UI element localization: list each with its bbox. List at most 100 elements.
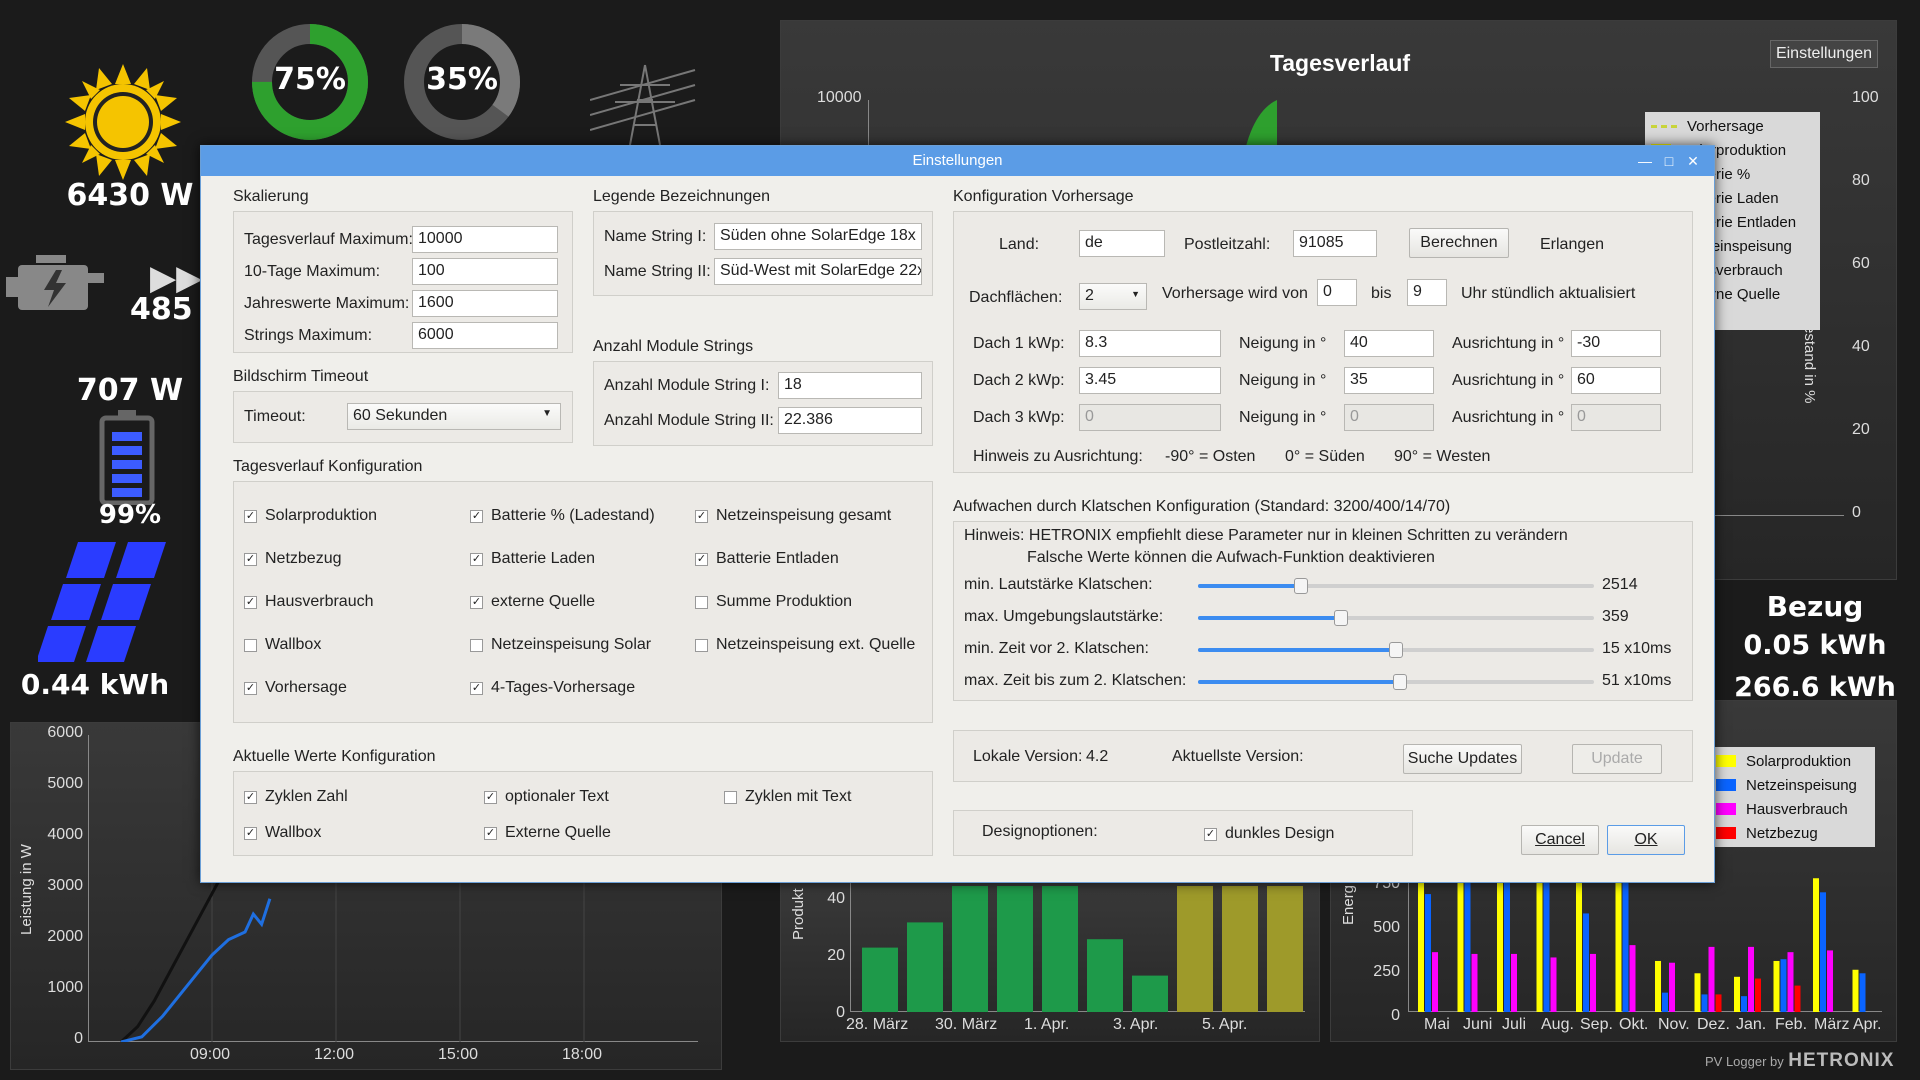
bar (1827, 950, 1833, 1012)
checkbox-label: Wallbox (265, 824, 322, 841)
checkbox[interactable]: ✓ optionaler Text (484, 788, 609, 806)
bar (1087, 939, 1123, 1012)
local-version-label: Lokale Version: (973, 748, 1083, 765)
roof-azimuth-input[interactable]: 60 (1571, 367, 1661, 394)
bar (1629, 945, 1636, 1012)
axis-tick-label: Juni (1463, 1016, 1493, 1033)
power-series-line (120, 877, 222, 1042)
power-chart-ylabel: Leistung in W (18, 844, 35, 935)
timeout-select[interactable]: 60 Sekunden ▼ (347, 403, 561, 430)
month-chart-legend: Solarproduktion Netzeinspeisung Hausverbra… (1710, 747, 1875, 847)
bar (1576, 880, 1582, 1012)
bar (1425, 894, 1431, 1012)
legend-label: Vorhersage (1687, 117, 1764, 135)
axis-tick-label: 0 (1391, 1007, 1400, 1024)
checkbox[interactable]: ✓ Hausverbrauch (244, 593, 374, 611)
axis-tick-label: 500 (1373, 919, 1400, 936)
axis-tick-label: 18:00 (562, 1046, 603, 1063)
legend-name-input[interactable]: Süd-West mit SolarEdge 22x (714, 258, 922, 285)
checkbox-label: Netzeinspeisung ext. Quelle (716, 636, 916, 653)
clap-slider-label: max. Zeit bis zum 2. Klatschen: (964, 672, 1187, 689)
update-button[interactable]: Update (1572, 744, 1662, 774)
slider-handle[interactable] (1392, 674, 1407, 690)
scaling-input[interactable]: 100 (412, 258, 558, 285)
checkbox[interactable]: ✓ Batterie Laden (470, 550, 595, 568)
clap-hint-2: Falsche Werte können die Aufwach-Funktio… (1027, 549, 1435, 566)
slider-handle[interactable] (1293, 578, 1308, 594)
close-icon[interactable]: ✕ (1682, 146, 1704, 176)
dialog-titlebar[interactable]: Einstellungen — □ ✕ (201, 146, 1714, 176)
forecast-to-input[interactable]: 9 (1407, 279, 1447, 306)
minimize-icon[interactable]: — (1634, 146, 1656, 176)
scaling-input[interactable]: 1600 (412, 290, 558, 317)
roofs-label: Dachflächen: (969, 289, 1063, 306)
ok-button[interactable]: OK (1607, 825, 1685, 855)
checkbox[interactable]: ✓ Zyklen Zahl (244, 788, 348, 806)
bezug-title: Bezug (1766, 590, 1864, 623)
axis-tick-label: 15:00 (438, 1046, 479, 1063)
roof-tilt-input[interactable]: 0 (1344, 404, 1434, 431)
module-count-input[interactable]: 18 (778, 372, 922, 399)
roof-kwp-input[interactable]: 3.45 (1079, 367, 1221, 394)
legend-label: Hausverbrauch (1746, 800, 1848, 818)
slider-handle[interactable] (1389, 642, 1403, 658)
checkbox[interactable]: Summe Produktion (695, 593, 852, 611)
checkbox[interactable]: Netzeinspeisung ext. Quelle (695, 636, 915, 654)
legend-name-input[interactable]: Süden ohne SolarEdge 18x (714, 223, 922, 250)
checkbox[interactable]: Wallbox (244, 636, 321, 654)
plz-input[interactable]: 91085 (1293, 230, 1377, 257)
checkbox-empty-icon (244, 638, 257, 652)
gauge-solar-percent: 75% (250, 22, 370, 142)
bar (1794, 985, 1801, 1012)
dark-design-checkbox[interactable]: ✓ dunkles Design (1204, 825, 1334, 843)
checkbox-label: Netzeinspeisung Solar (491, 636, 652, 653)
clap-slider[interactable] (1198, 640, 1594, 660)
slider-handle[interactable] (1333, 610, 1348, 626)
checkbox[interactable]: ✓ Externe Quelle (484, 824, 611, 842)
roof-kwp-input[interactable]: 8.3 (1079, 330, 1221, 357)
checkbox[interactable]: ✓ Netzeinspeisung gesamt (695, 507, 891, 525)
checkbox[interactable]: Netzeinspeisung Solar (470, 636, 651, 654)
section-module-strings-title: Anzahl Module Strings (593, 338, 754, 355)
roofs-select[interactable]: 2 ▼ (1079, 283, 1147, 310)
day-chart-settings-button[interactable]: Einstellungen (1770, 40, 1878, 68)
slider-fill (1198, 680, 1400, 684)
module-count-input[interactable]: 22.386 (778, 407, 922, 434)
checkbox[interactable]: ✓ Batterie % (Ladestand) (470, 507, 655, 525)
bar (1780, 959, 1787, 1012)
legend-item: Vorhersage (1645, 114, 1820, 138)
module-count-label: Anzahl Module String I: (604, 377, 770, 394)
roof-tilt-input[interactable]: 40 (1344, 330, 1434, 357)
land-input[interactable]: de (1079, 230, 1165, 257)
orientation-hint-south: 0° = Süden (1285, 448, 1365, 465)
roof-azimuth-input[interactable]: -30 (1571, 330, 1661, 357)
checkmark-icon: ✓ (244, 552, 257, 566)
maximize-icon[interactable]: □ (1658, 146, 1680, 176)
bar (1852, 969, 1859, 1012)
calculate-button[interactable]: Berechnen (1409, 228, 1509, 258)
axis-tick-label: 6000 (47, 724, 83, 741)
checkmark-icon: ✓ (484, 826, 497, 840)
roof-azimuth-input[interactable]: 0 (1571, 404, 1661, 431)
checkbox[interactable]: ✓ 4-Tages-Vorhersage (470, 679, 635, 697)
bar (997, 886, 1033, 1012)
checkbox[interactable]: ✓ externe Quelle (470, 593, 595, 611)
roof-kwp-input[interactable]: 0 (1079, 404, 1221, 431)
scaling-input[interactable]: 10000 (412, 226, 558, 253)
clap-slider-value: 359 (1602, 608, 1629, 625)
clap-slider[interactable] (1198, 608, 1594, 628)
roof-tilt-input[interactable]: 35 (1344, 367, 1434, 394)
checkbox[interactable]: ✓ Solarproduktion (244, 507, 377, 525)
search-updates-button[interactable]: Suche Updates (1403, 744, 1522, 774)
checkbox[interactable]: ✓ Netzbezug (244, 550, 342, 568)
checkbox[interactable]: ✓ Vorhersage (244, 679, 347, 697)
forecast-from-input[interactable]: 0 (1317, 279, 1357, 306)
checkbox[interactable]: ✓ Batterie Entladen (695, 550, 839, 568)
axis-tick-label: 4000 (47, 826, 83, 843)
checkbox[interactable]: Zyklen mit Text (724, 788, 851, 806)
clap-slider[interactable] (1198, 576, 1594, 596)
cancel-button[interactable]: Cancel (1521, 825, 1599, 855)
scaling-input[interactable]: 6000 (412, 322, 558, 349)
clap-slider[interactable] (1198, 672, 1594, 692)
checkbox[interactable]: ✓ Wallbox (244, 824, 321, 842)
